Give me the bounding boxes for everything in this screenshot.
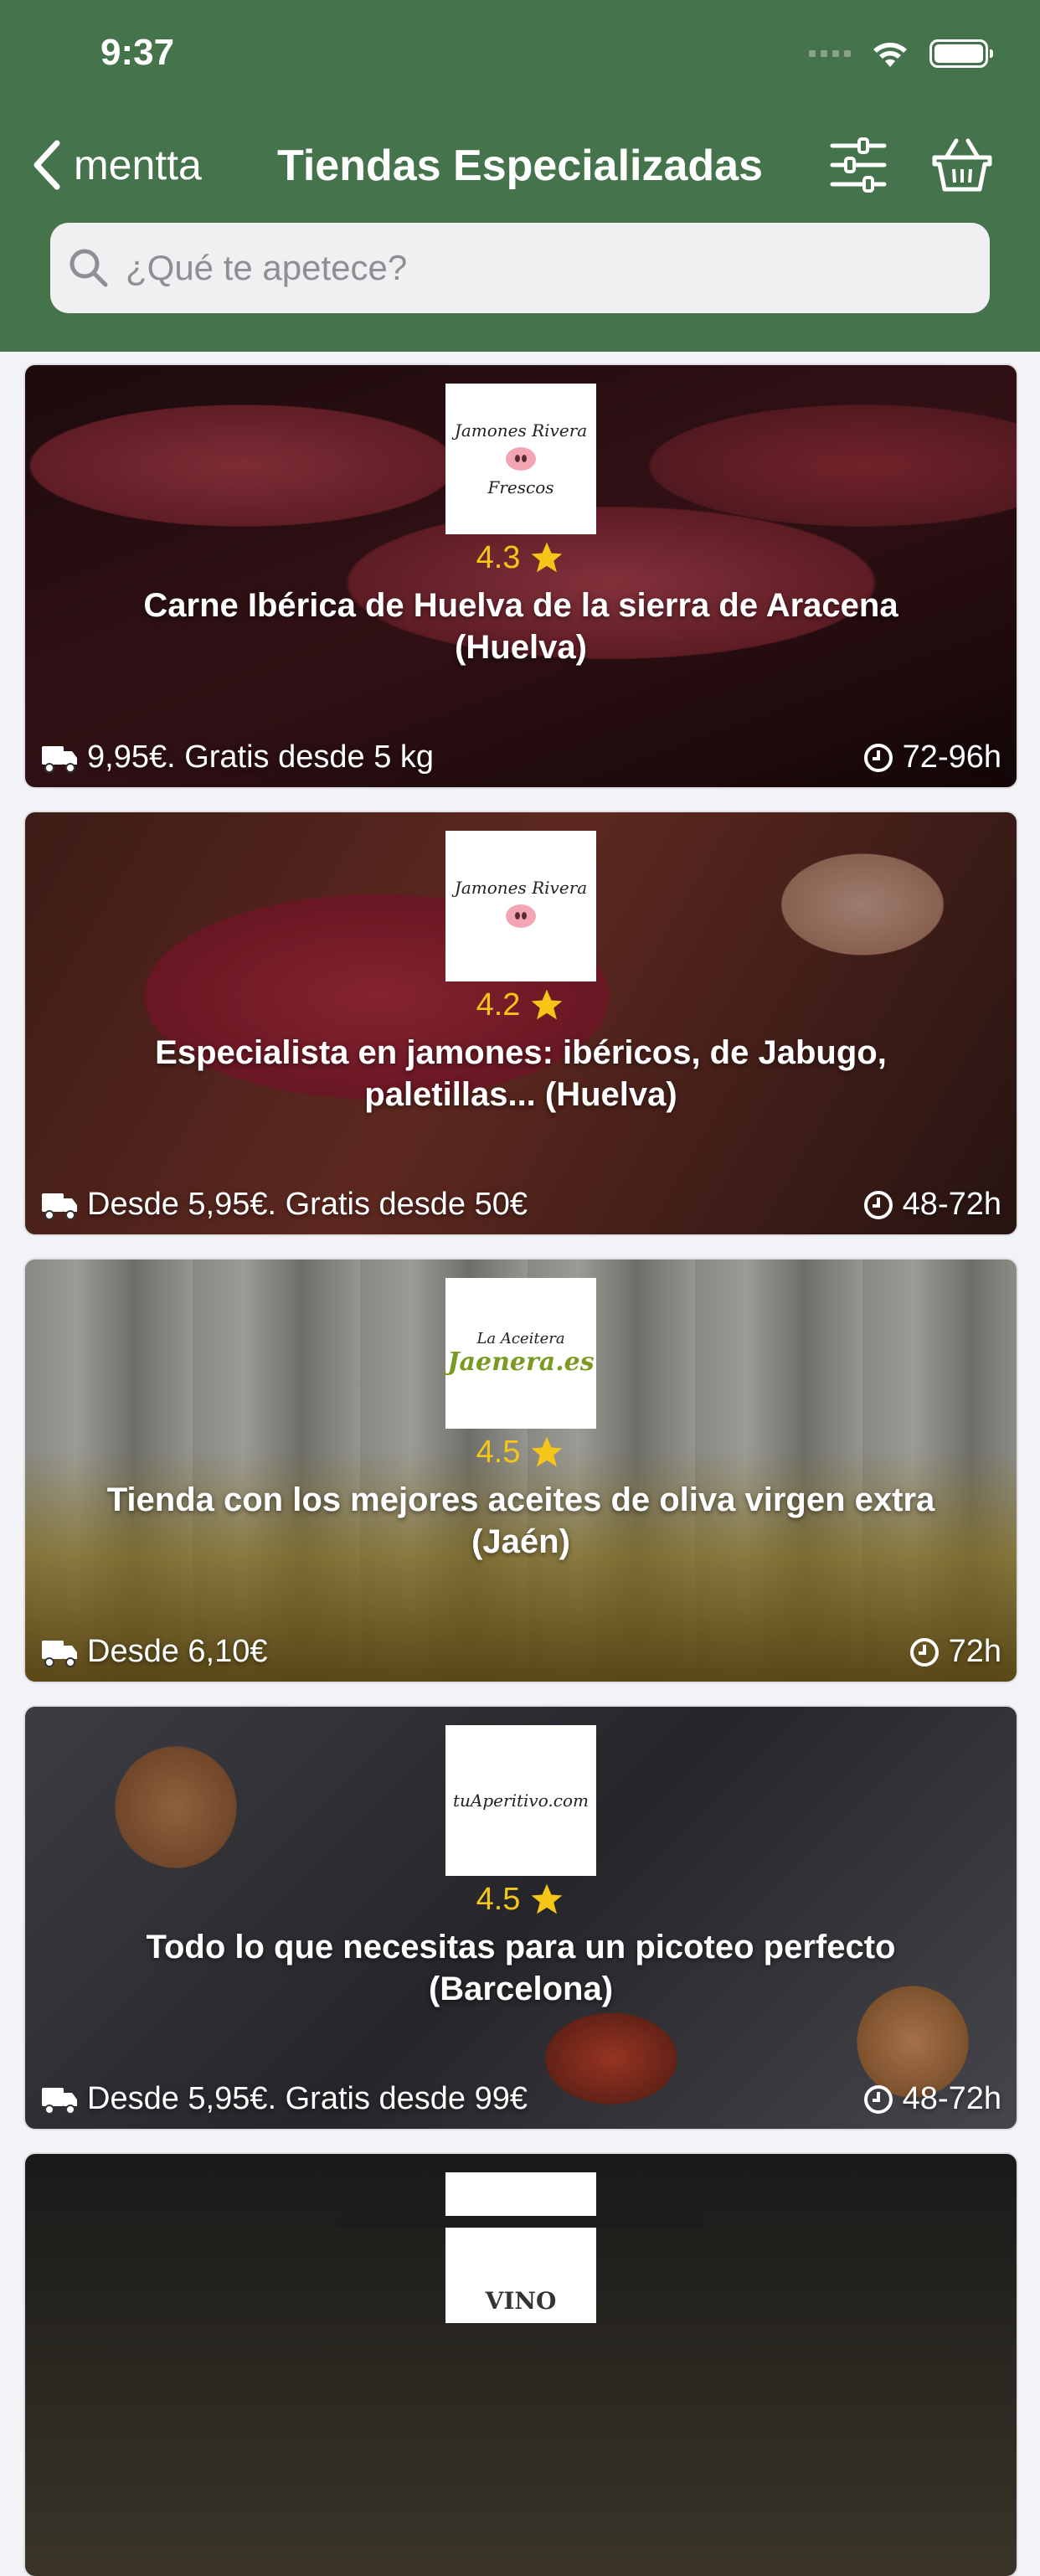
logo-subtext: Frescos [487, 477, 554, 497]
shipping-text: Desde 6,10€ [87, 1634, 268, 1669]
shipping-info: Desde 6,10€ [40, 1634, 268, 1670]
chevron-left-icon [33, 140, 60, 190]
delivery-time: 72h [909, 1634, 1001, 1670]
logo-text: Jamones Rivera [454, 878, 588, 898]
pig-icon [506, 447, 536, 471]
store-title: Especialista en jamones: ibéricos, de Ja… [155, 1034, 887, 1113]
logo-text: tuAperitivo.com [453, 1790, 589, 1811]
store-logo: Jamones Rivera Frescos [445, 384, 596, 534]
wifi-icon [873, 43, 907, 67]
store-title: Tienda con los mejores aceites de oliva … [106, 1481, 935, 1560]
store-rating: 4.3 [25, 539, 1017, 576]
clock-icon [909, 1637, 939, 1667]
truck-icon [42, 1193, 77, 1220]
store-rating: 4.5 [25, 1434, 1017, 1471]
back-label: mentta [74, 142, 202, 188]
basket-icon[interactable] [931, 134, 993, 196]
star-icon [532, 542, 563, 573]
logo-text: Jamones Rivera [454, 420, 588, 440]
store-card[interactable]: Jamones Rivera Frescos 4.3 Carne Ibérica… [25, 365, 1017, 787]
status-icons [809, 37, 993, 70]
pig-icon [506, 904, 536, 928]
clock-icon [863, 743, 893, 772]
store-rating: 4.5 [25, 1881, 1017, 1918]
store-card[interactable]: tuAperitivo.com 4.5 Todo lo que necesita… [25, 1707, 1017, 2129]
app-header: 9:37 mentta Tiendas Especializadas [0, 0, 1040, 352]
store-title: Todo lo que necesitas para un picoteo pe… [146, 1929, 896, 2007]
eta-text: 48-72h [902, 1187, 1001, 1222]
eta-text: 72h [948, 1634, 1001, 1669]
search-input[interactable] [124, 247, 948, 289]
clock-icon [863, 1190, 893, 1219]
store-logo: tuAperitivo.com [445, 1725, 596, 1876]
truck-icon [42, 2087, 77, 2115]
logo-text: La Aceitera [476, 1330, 565, 1347]
back-button[interactable]: mentta [30, 138, 202, 192]
shipping-text: Desde 5,95€. Gratis desde 99€ [87, 2081, 528, 2116]
rating-value: 4.5 [476, 1434, 521, 1470]
delivery-time: 72-96h [862, 739, 1001, 775]
store-logo: La Aceitera Jaenera.es [445, 1278, 596, 1429]
shipping-info: Desde 5,95€. Gratis desde 99€ [40, 2081, 528, 2117]
filter-sliders-icon[interactable] [827, 134, 889, 196]
delivery-time: 48-72h [862, 1187, 1001, 1223]
shipping-info: 9,95€. Gratis desde 5 kg [40, 739, 434, 775]
store-card[interactable]: Jamones Rivera 4.2 Especialista en jamon… [25, 812, 1017, 1234]
battery-icon [929, 39, 993, 68]
store-logo: VINO [445, 2172, 596, 2323]
store-rating: 4.2 [25, 987, 1017, 1023]
star-icon [532, 1436, 563, 1467]
delivery-time: 48-72h [862, 2081, 1001, 2117]
home-indicator[interactable] [336, 2216, 704, 2228]
cellular-signal-icon [809, 50, 851, 57]
rating-value: 4.3 [476, 539, 521, 575]
shipping-text: 9,95€. Gratis desde 5 kg [87, 739, 435, 775]
search-bar[interactable] [50, 223, 990, 313]
logo-subtext: Jaenera.es [447, 1347, 595, 1377]
logo-text: VINO [485, 2287, 557, 2315]
rating-value: 4.2 [476, 987, 521, 1023]
rating-value: 4.5 [476, 1881, 521, 1917]
clock-icon [863, 2084, 893, 2114]
truck-icon [42, 1640, 77, 1667]
search-icon [70, 249, 108, 287]
truck-icon [42, 745, 77, 773]
eta-text: 72-96h [902, 739, 1001, 775]
shipping-text: Desde 5,95€. Gratis desde 50€ [87, 1187, 528, 1222]
store-logo: Jamones Rivera [445, 831, 596, 981]
star-icon [532, 1883, 563, 1914]
status-time: 9:37 [100, 32, 175, 73]
shipping-info: Desde 5,95€. Gratis desde 50€ [40, 1187, 528, 1223]
eta-text: 48-72h [902, 2081, 1001, 2116]
store-title: Carne Ibérica de Huelva de la sierra de … [143, 587, 898, 666]
store-card[interactable]: La Aceitera Jaenera.es 4.5 Tienda con lo… [25, 1260, 1017, 1682]
star-icon [532, 989, 563, 1020]
